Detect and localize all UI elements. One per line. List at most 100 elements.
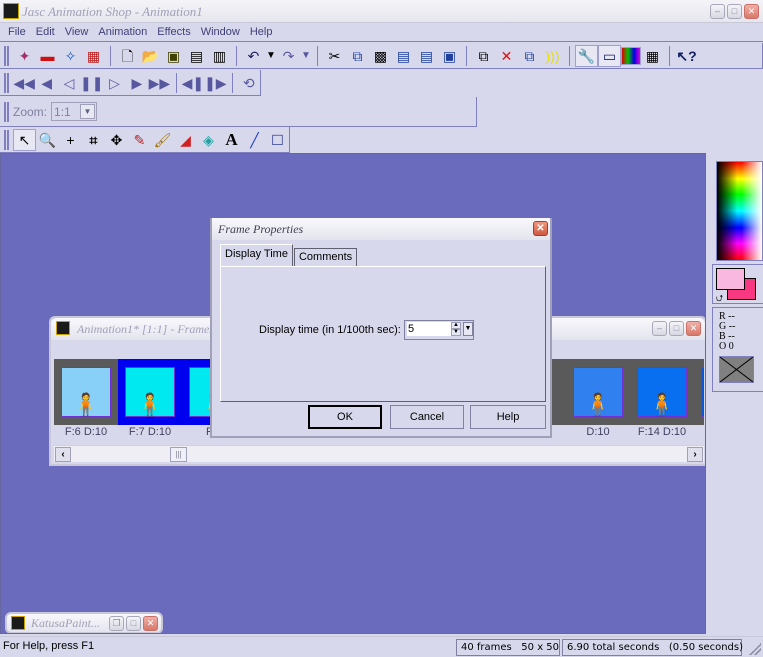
tab-comments[interactable]: Comments — [293, 248, 358, 266]
move-tool-icon[interactable]: ✥ — [105, 129, 128, 151]
close-button[interactable]: ✕ — [143, 616, 158, 631]
restore-button[interactable]: ❐ — [109, 616, 124, 631]
frame-properties-icon[interactable]: ▭ — [598, 44, 621, 67]
undo-icon[interactable]: ↶ — [242, 45, 265, 67]
color-spectrum[interactable] — [716, 161, 763, 261]
menu-effects[interactable]: Effects — [152, 26, 195, 38]
zoom-tool-icon[interactable]: 🔍 — [36, 129, 59, 151]
context-help-icon[interactable]: ↖? — [675, 45, 698, 67]
toolbar-grip[interactable] — [4, 45, 9, 66]
open-icon[interactable]: 📂 — [139, 45, 162, 67]
paste-before-icon[interactable]: ▤ — [392, 45, 415, 67]
new-icon[interactable]: 🗋 — [116, 45, 139, 67]
close-button[interactable]: ✕ — [686, 321, 701, 336]
transitions-icon[interactable]: ))) — [541, 45, 564, 67]
pause-icon[interactable]: ❚❚ — [80, 72, 103, 94]
loop-icon[interactable]: ⟲ — [238, 72, 260, 94]
fill-tool-icon[interactable]: ◈ — [197, 129, 220, 151]
text-tool-icon[interactable]: A — [220, 129, 243, 151]
dropper-tool-icon[interactable]: ✎ — [128, 129, 151, 151]
last-frame-icon[interactable]: ▶▶ — [148, 72, 171, 94]
minimize-button[interactable]: – — [652, 321, 667, 336]
image-transition-icon[interactable]: ✧ — [59, 45, 82, 67]
delete-frames-icon[interactable]: ✕ — [495, 45, 518, 67]
paste-after-icon[interactable]: ▤ — [415, 45, 438, 67]
preferences-icon[interactable]: 🔧 — [575, 44, 598, 67]
save-as-icon[interactable]: ▤ — [185, 45, 208, 67]
foreground-color-swatch[interactable] — [716, 268, 745, 290]
frames-window-title: Animation1* [1:1] - Frames — [77, 322, 214, 336]
scroll-thumb[interactable]: ||| — [170, 447, 187, 462]
crosshair-tool-icon[interactable]: + — [59, 129, 82, 151]
filmstrip-icon[interactable]: ▦ — [641, 45, 664, 67]
menu-help[interactable]: Help — [245, 26, 278, 38]
chevron-down-icon[interactable]: ▼ — [463, 322, 473, 336]
spin-up-icon[interactable]: ▲ — [451, 322, 461, 329]
redo-icon[interactable]: ↷ — [277, 45, 300, 67]
toolbar-grip[interactable] — [4, 101, 9, 122]
brush-tool-icon[interactable]: 🖌 — [151, 129, 174, 151]
duplicate-frames-icon[interactable]: ⧉ — [518, 45, 541, 67]
previous-frame-icon[interactable]: ◀ — [35, 72, 57, 94]
previous-page-icon[interactable]: ◀❚ — [182, 72, 205, 94]
minimized-window[interactable]: KatusaPaint... ❐ □ ✕ — [5, 612, 163, 633]
toolbar-grip[interactable] — [4, 129, 9, 150]
menu-animation[interactable]: Animation — [93, 26, 152, 38]
redo-dropdown-icon[interactable]: ▼ — [300, 45, 312, 67]
image-effect-icon[interactable]: ▦ — [82, 45, 105, 67]
save-icon[interactable]: ▣ — [162, 45, 185, 67]
menu-view[interactable]: View — [60, 26, 94, 38]
maximize-button[interactable]: □ — [727, 4, 742, 19]
toolbar-grip[interactable] — [4, 72, 9, 93]
help-button[interactable]: Help — [470, 405, 546, 429]
line-tool-icon[interactable]: ╱ — [243, 129, 266, 151]
zoom-select[interactable]: 1:1 ▼ — [51, 102, 98, 121]
first-frame-icon[interactable]: ◀◀ — [13, 72, 35, 94]
copy-icon[interactable]: ⧉ — [346, 45, 369, 67]
rectangle-tool-icon[interactable]: □ — [266, 129, 289, 151]
frame-cell[interactable]: 🧍 — [630, 359, 694, 425]
frame-label: F:15 D:1 — [694, 426, 704, 442]
step-forward-icon[interactable]: ▷ — [103, 72, 125, 94]
crop-tool-icon[interactable]: ⌗ — [82, 129, 105, 151]
spin-down-icon[interactable]: ▼ — [451, 329, 461, 336]
paste-as-new-animation-icon[interactable]: ▩ — [369, 45, 392, 67]
maximize-button[interactable]: □ — [126, 616, 141, 631]
tab-display-time[interactable]: Display Time — [220, 244, 293, 266]
ok-button[interactable]: OK — [308, 405, 382, 429]
banner-wizard-icon[interactable]: ▬ — [36, 45, 59, 67]
opacity-value: 0 — [728, 341, 734, 352]
frame-cell[interactable]: 🧍 — [694, 359, 704, 425]
cut-icon[interactable]: ✂ — [323, 45, 346, 67]
paste-into-frame-icon[interactable]: ▣ — [438, 45, 461, 67]
eraser-tool-icon[interactable]: ◢ — [174, 129, 197, 151]
next-frame-icon[interactable]: ▶ — [126, 72, 148, 94]
next-page-icon[interactable]: ❚▶ — [204, 72, 227, 94]
frame-cell[interactable]: 🧍 — [118, 359, 182, 425]
swap-colors-icon[interactable]: ⮍ — [716, 291, 723, 307]
maximize-button[interactable]: □ — [669, 321, 684, 336]
frame-cell[interactable]: 🧍 — [54, 359, 118, 425]
palette-icon[interactable] — [621, 46, 641, 65]
scroll-right-button[interactable]: › — [687, 447, 703, 462]
display-time-input[interactable]: 5 — [407, 322, 451, 336]
menu-edit[interactable]: Edit — [31, 26, 60, 38]
undo-dropdown-icon[interactable]: ▼ — [265, 45, 277, 67]
animation-wizard-icon[interactable]: ✦ — [13, 45, 36, 67]
frame-cell[interactable]: 🧍 — [566, 359, 630, 425]
horizontal-scrollbar[interactable]: ‹ ||| › — [54, 445, 704, 462]
minimize-button[interactable]: – — [710, 4, 725, 19]
chevron-down-icon[interactable]: ▼ — [80, 104, 96, 119]
insert-frames-icon[interactable]: ⧉ — [472, 45, 495, 67]
menu-file[interactable]: File — [3, 26, 31, 38]
menu-window[interactable]: Window — [196, 26, 245, 38]
scroll-left-button[interactable]: ‹ — [55, 447, 71, 462]
resize-grip[interactable] — [749, 643, 761, 655]
step-back-icon[interactable]: ◁ — [58, 72, 80, 94]
optimization-wizard-icon[interactable]: ▥ — [208, 45, 231, 67]
select-tool-icon[interactable]: ↖ — [13, 128, 36, 151]
cancel-button[interactable]: Cancel — [390, 405, 464, 429]
dialog-close-button[interactable]: ✕ — [533, 221, 548, 236]
close-button[interactable]: ✕ — [744, 4, 759, 19]
display-time-spinner[interactable]: 5 ▲ ▼ ▼ — [404, 320, 474, 340]
